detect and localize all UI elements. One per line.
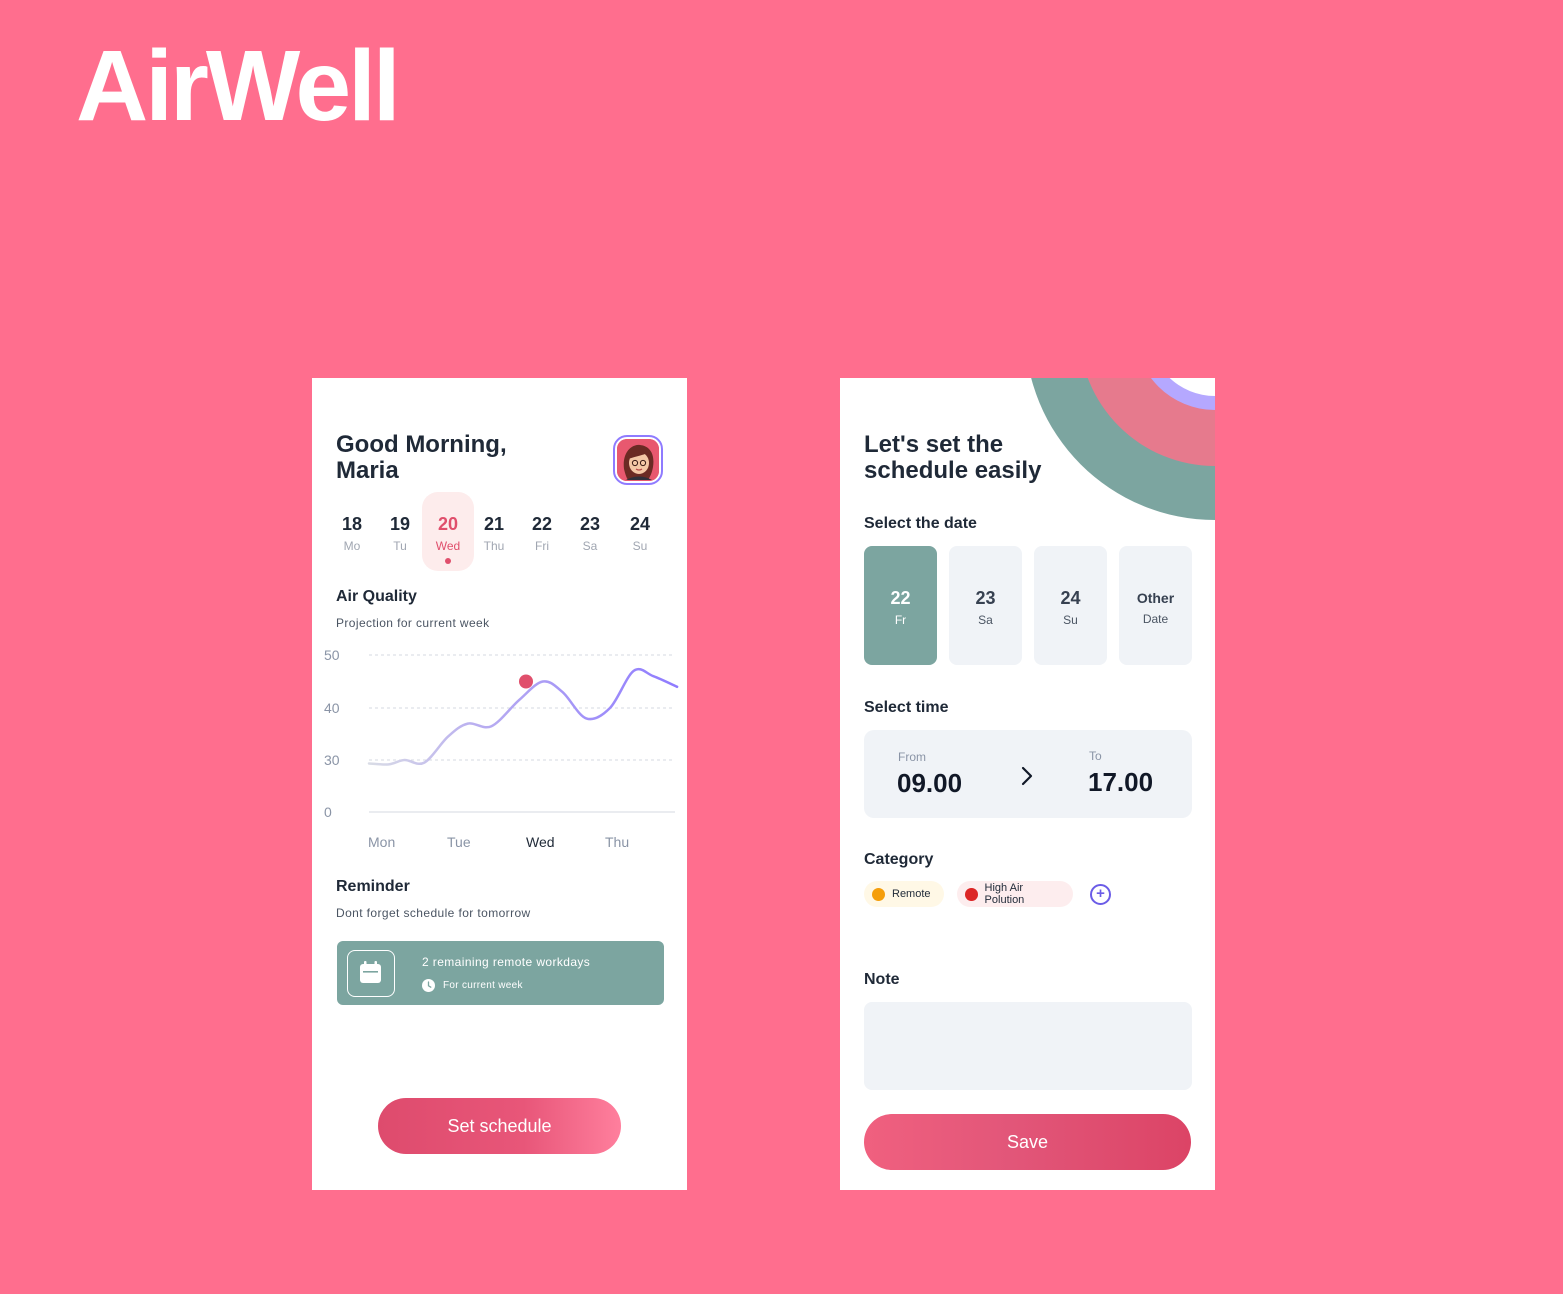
other-date-button[interactable]: Other Date [1119,546,1192,665]
from-time[interactable]: 09.00 [897,768,962,799]
x-tick-label: Mon [368,834,395,850]
day-label: Su [632,539,648,553]
remote-color-dot [872,887,885,901]
schedule-title-line-1: Let's set the [864,431,1004,458]
day-label: Sa [582,539,598,553]
clock-icon [422,979,435,992]
day-label: Tu [393,539,407,553]
day-18[interactable]: 18 Mo [326,492,378,571]
y-tick-label: 0 [324,804,332,820]
day-number: 19 [389,514,411,534]
day-21[interactable]: 21 Thu [468,492,520,571]
air-quality-title: Air Quality [336,588,417,605]
day-label: Thu [483,539,505,553]
note-input[interactable] [864,1002,1192,1090]
day-label: Mo [343,539,361,553]
y-tick-label: 30 [324,752,340,768]
schedule-title: Let's set the schedule easily [864,432,1041,484]
week-day-selector: 18 Mo 19 Tu 20 Wed 21 Thu 22 Fri 23 Sa 24 Su [326,492,671,571]
reminder-subtitle: Dont forget schedule for tomorrow [336,906,531,920]
note-label: Note [864,971,900,988]
reminder-title: Reminder [336,878,410,895]
greeting: Good Morning, Maria [336,432,507,484]
x-tick-label: Tue [447,834,471,850]
to-label: To [1089,749,1102,763]
date-option-22[interactable]: 22 Fr [864,546,937,665]
x-tick-label: Wed [526,834,555,850]
category-chip-high-air-pollution[interactable]: High Air Polution [957,881,1073,907]
high-air-pollution-color-dot [965,887,978,901]
chevron-right-icon[interactable] [1020,766,1034,786]
category-chip-remote[interactable]: Remote [864,881,944,907]
day-number: 22 [531,514,553,534]
y-tick-label: 40 [324,700,340,716]
day-number: 20 [437,514,459,534]
time-range-picker: From 09.00 To 17.00 [864,730,1192,818]
brand-logo: AirWell [76,30,401,142]
reminder-card[interactable]: 2 remaining remote workdays For current … [337,941,664,1005]
greeting-line-1: Good Morning, [336,431,507,458]
date-option-23[interactable]: 23 Sa [949,546,1022,665]
day-20[interactable]: 20 Wed [422,492,474,571]
reminder-card-title: 2 remaining remote workdays [422,955,591,969]
day-number: 21 [483,514,505,534]
air-quality-subtitle: Projection for current week [336,616,490,630]
schedule-screen: Let's set the schedule easily Select the… [840,378,1215,1190]
home-screen: Good Morning, Maria 18 Mo 19 Tu 20 Wed 21 Thu 22… [312,378,687,1190]
date-label: Sa [978,613,993,627]
save-button[interactable]: Save [864,1114,1191,1170]
day-19[interactable]: 19 Tu [374,492,426,571]
other-date-line-2: Date [1142,612,1169,626]
date-number: 22 [890,588,911,608]
category-label: Category [864,851,934,868]
avatar[interactable] [613,435,663,485]
add-category-icon[interactable]: + [1090,884,1111,905]
date-label: Fr [894,613,907,627]
avatar-image [617,439,659,481]
air-quality-chart: 50 40 30 0 Mon Tue Wed Thu [324,647,679,850]
day-number: 18 [341,514,363,534]
decorative-arcs [1031,378,1215,520]
date-number: 23 [975,588,996,608]
x-tick-label: Thu [605,834,629,850]
date-number: 24 [1060,588,1081,608]
day-number: 24 [629,514,651,534]
to-time[interactable]: 17.00 [1088,767,1153,798]
schedule-title-line-2: schedule easily [864,457,1042,484]
reminder-card-subtitle: For current week [443,980,523,991]
calendar-icon [347,950,395,997]
greeting-name: Maria [336,457,399,484]
day-label: Wed [435,539,461,553]
date-option-24[interactable]: 24 Su [1034,546,1107,665]
highlight-point[interactable] [519,674,533,689]
day-23[interactable]: 23 Sa [564,492,616,571]
category-chip-label: High Air Polution [984,882,1025,906]
select-date-label: Select the date [864,515,977,532]
date-label: Su [1063,613,1078,627]
day-number: 23 [579,514,601,534]
day-22[interactable]: 22 Fri [516,492,568,571]
active-day-dot [445,558,451,564]
select-time-label: Select time [864,699,949,716]
set-schedule-button[interactable]: Set schedule [378,1098,621,1154]
y-tick-label: 50 [324,647,340,663]
category-chip-label: Remote [892,888,931,900]
day-24[interactable]: 24 Su [614,492,666,571]
day-label: Fri [535,539,549,553]
other-date-line-1: Other [1136,590,1175,606]
from-label: From [898,750,926,764]
